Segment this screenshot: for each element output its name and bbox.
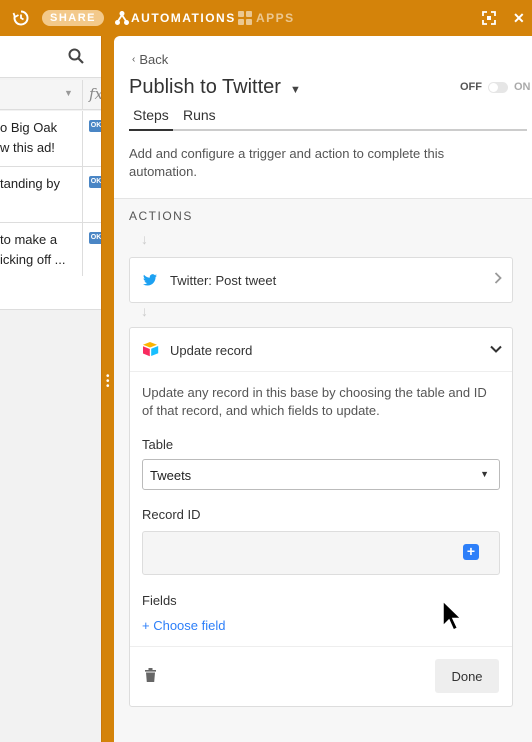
arrow-down-icon: ↓ (141, 231, 148, 247)
toggle-switch[interactable] (488, 81, 508, 93)
close-icon[interactable]: ✕ (513, 0, 526, 36)
cell-text: o Big Oak (0, 120, 58, 135)
update-record-step: Update record Update any record in this … (129, 327, 513, 707)
apps-icon[interactable] (238, 0, 252, 36)
cell-text: w this ad! (0, 140, 55, 155)
mouse-cursor-icon (442, 600, 463, 632)
column-menu-chevron-icon[interactable]: ▼ (64, 88, 73, 98)
airtable-icon (142, 341, 160, 362)
choose-field-link[interactable]: + Choose field (142, 618, 225, 633)
table-row[interactable]: o Big Oak w this ad! OK (0, 111, 102, 167)
automation-description: Add and configure a trigger and action t… (129, 146, 445, 179)
actions-section: ACTIONS ↓ Twitter: Post tweet ↓ Update r… (114, 198, 532, 742)
done-button[interactable]: Done (435, 659, 499, 693)
cell-text: to make a (0, 232, 58, 247)
cell-text: icking off ... (0, 252, 66, 267)
table-row[interactable]: tanding by OK (0, 167, 102, 223)
chevron-down-icon[interactable] (490, 340, 502, 356)
apps-tab[interactable]: APPS (256, 0, 295, 36)
twitter-post-tweet-step[interactable]: Twitter: Post tweet (129, 257, 513, 303)
trash-icon[interactable] (145, 668, 156, 687)
record-id-input[interactable] (142, 531, 500, 575)
chevron-right-icon (494, 271, 502, 287)
table-select[interactable]: Tweets ▼ (142, 459, 500, 490)
fields-label: Fields (142, 593, 177, 608)
share-button[interactable]: SHARE (42, 10, 105, 26)
arrow-down-icon: ↓ (141, 303, 148, 319)
update-record-title: Update record (170, 343, 253, 358)
table-row[interactable]: to make a icking off ... OK (0, 223, 102, 279)
table-select-value: Tweets (150, 468, 192, 483)
grid-view-fragment: ▼ fx o Big Oak w this ad! OK tanding by O… (0, 36, 102, 742)
update-record-header[interactable]: Update record (130, 328, 512, 372)
table-label: Table (142, 437, 174, 452)
insert-token-plus-icon[interactable]: + (463, 544, 479, 560)
select-caret-icon: ▼ (480, 469, 489, 479)
panel-resize-handle[interactable]: • • • (106, 372, 110, 392)
update-record-description: Update any record in this base by choosi… (142, 385, 487, 418)
history-icon[interactable] (12, 0, 30, 36)
toggle-off-label: OFF (460, 81, 482, 93)
automation-toggle[interactable]: OFF ON (460, 81, 531, 93)
tab-steps[interactable]: Steps (133, 107, 169, 123)
record-id-label: Record ID (142, 507, 201, 522)
automation-panel: ‹ Back Publish to Twitter ▼ OFF ON Steps… (114, 36, 532, 742)
expand-icon[interactable] (482, 0, 496, 36)
search-icon[interactable] (68, 48, 84, 69)
panel-tabs: Steps Runs (129, 107, 527, 131)
actions-heading: ACTIONS (129, 209, 193, 223)
grid-column-header: ▼ fx (0, 80, 102, 110)
automations-icon[interactable] (115, 0, 129, 36)
top-bar: SHARE AUTOMATIONS APPS ✕ (0, 0, 532, 36)
back-link[interactable]: ‹ Back (132, 52, 168, 67)
table-row-empty[interactable] (0, 276, 102, 310)
twitter-icon (143, 273, 157, 291)
twitter-step-title: Twitter: Post tweet (170, 273, 277, 288)
automation-title[interactable]: Publish to Twitter (129, 76, 281, 99)
active-tab-indicator (129, 129, 173, 131)
title-dropdown-icon[interactable]: ▼ (290, 84, 301, 96)
tab-runs[interactable]: Runs (183, 107, 216, 123)
automations-tab[interactable]: AUTOMATIONS (131, 0, 236, 36)
back-label: Back (139, 52, 169, 67)
toggle-on-label: ON (514, 81, 531, 93)
grid-search-bar (0, 36, 102, 78)
chevron-left-icon: ‹ (132, 54, 136, 65)
cell-text: tanding by (0, 176, 60, 191)
